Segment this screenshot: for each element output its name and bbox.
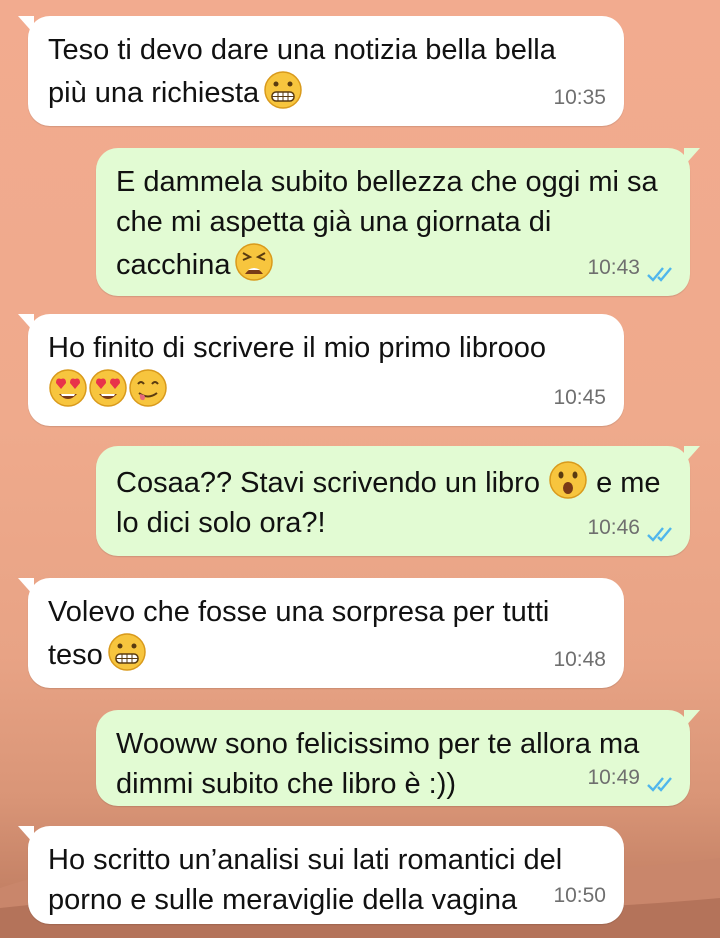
outgoing-message[interactable]: E dammela subito bellezza che oggi mi sa… [96,148,700,296]
tired-face-emoji-icon [235,243,274,281]
message-text: lo dici solo ora?! [116,507,326,539]
message-time: 10:50 [553,884,606,907]
bubble-tail [18,16,34,34]
grimacing-face-emoji-icon [108,633,146,671]
read-ticks-icon [647,267,672,282]
message-time: 10:35 [553,86,606,109]
heart-eyes-emoji-icon [89,369,127,407]
message-text: Ho finito di scrivere il mio primo libro… [48,332,546,364]
message-text: Cosaa?? Stavi scrivendo un libro [116,467,540,499]
yum-face-emoji-icon [129,369,167,407]
bubble-tail [684,710,700,728]
bubble-tail [18,578,34,596]
message-time: 10:45 [553,386,606,409]
read-ticks-icon [647,777,672,792]
message-time: 10:49 [587,766,640,789]
outgoing-message[interactable]: Cosaa?? Stavi scrivendo un libro e me lo … [96,446,700,556]
message-text: e me [596,467,661,499]
heart-eyes-emoji-icon [49,369,87,407]
incoming-message[interactable]: Ho finito di scrivere il mio primo libro… [18,314,624,426]
grimacing-face-emoji-icon [264,71,302,109]
read-ticks-icon [647,527,672,542]
message-time: 10:48 [553,648,606,671]
incoming-message[interactable]: Volevo che fosse una sorpresa per tutti … [18,578,624,688]
message-text: Wooww sono felicissimo per te allora ma … [116,728,640,800]
astonished-face-emoji-icon [549,461,587,499]
bubble-tail [684,148,700,166]
incoming-message[interactable]: Teso ti devo dare una notizia bella bell… [18,16,624,126]
bubble-tail [18,314,34,332]
message-text: E dammela subito bellezza che oggi mi sa… [116,166,658,281]
incoming-message[interactable]: Ho scritto un’analisi sui lati romantici… [18,826,624,924]
message-time: 10:46 [587,516,640,539]
outgoing-message[interactable]: Wooww sono felicissimo per te allora ma … [96,710,700,806]
bubble-tail [684,446,700,464]
message-text: Ho scritto un’analisi sui lati romantici… [48,844,563,916]
message-time: 10:43 [587,256,640,279]
bubble-tail [18,826,34,844]
